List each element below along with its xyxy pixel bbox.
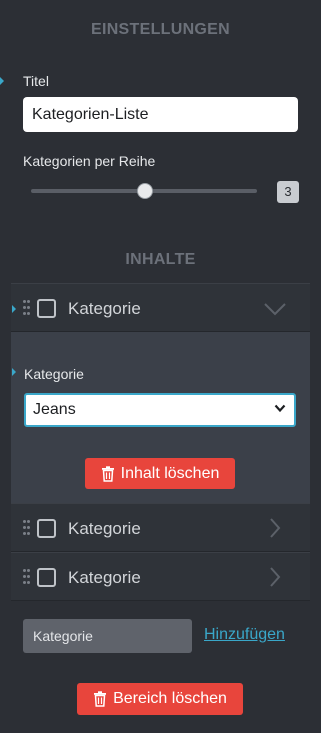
per-row-value-badge: 3 [277,181,299,203]
chevron-down-icon[interactable] [263,302,287,316]
contents-heading: INHALTE [125,251,196,268]
chevron-right-icon[interactable] [269,517,281,539]
delete-item-label: Inhalt löschen [120,464,220,482]
list-item-label: Kategorie [68,519,141,538]
field-marker [0,77,4,85]
trash-icon [94,691,107,707]
list-item[interactable]: Kategorie [11,283,310,332]
checkbox-icon[interactable] [37,519,56,538]
title-label: Titel [23,73,49,89]
list-item-label: Kategorie [68,568,141,587]
title-input[interactable]: Kategorien-Liste [23,97,298,132]
category-select-value: Jeans [33,401,76,418]
content-list: Kategorie Kategorie Jeans Inhalt löschen… [11,283,310,601]
item-marker [12,305,16,313]
drag-handle-icon[interactable] [23,520,30,535]
field-marker [12,368,16,376]
per-row-label: Kategorien per Reihe [23,153,156,169]
category-field-label: Kategorie [24,366,84,382]
settings-panel: EINSTELLUNGEN Titel Kategorien-Liste Kat… [0,0,321,733]
expanded-item-body: Kategorie Jeans Inhalt löschen [11,332,310,503]
list-item-label: Kategorie [68,299,141,318]
delete-item-button[interactable]: Inhalt löschen [85,458,235,489]
list-item[interactable]: Kategorie [11,503,310,552]
chevron-right-icon[interactable] [269,566,281,588]
drag-handle-icon[interactable] [23,569,30,584]
add-item-input[interactable]: Kategorie [23,619,192,653]
settings-heading: EINSTELLUNGEN [90,21,231,38]
delete-section-label: Bereich löschen [113,690,227,707]
delete-section-button[interactable]: Bereich löschen [77,683,243,715]
add-item-link[interactable]: Hinzufügen [204,626,285,644]
per-row-slider-handle[interactable] [137,183,153,199]
chevron-down-icon [274,404,286,413]
trash-icon [101,465,114,482]
list-item[interactable]: Kategorie [11,552,310,601]
category-select[interactable]: Jeans [24,393,296,427]
drag-handle-icon[interactable] [23,300,30,315]
checkbox-icon[interactable] [37,299,56,318]
checkbox-icon[interactable] [37,568,56,587]
